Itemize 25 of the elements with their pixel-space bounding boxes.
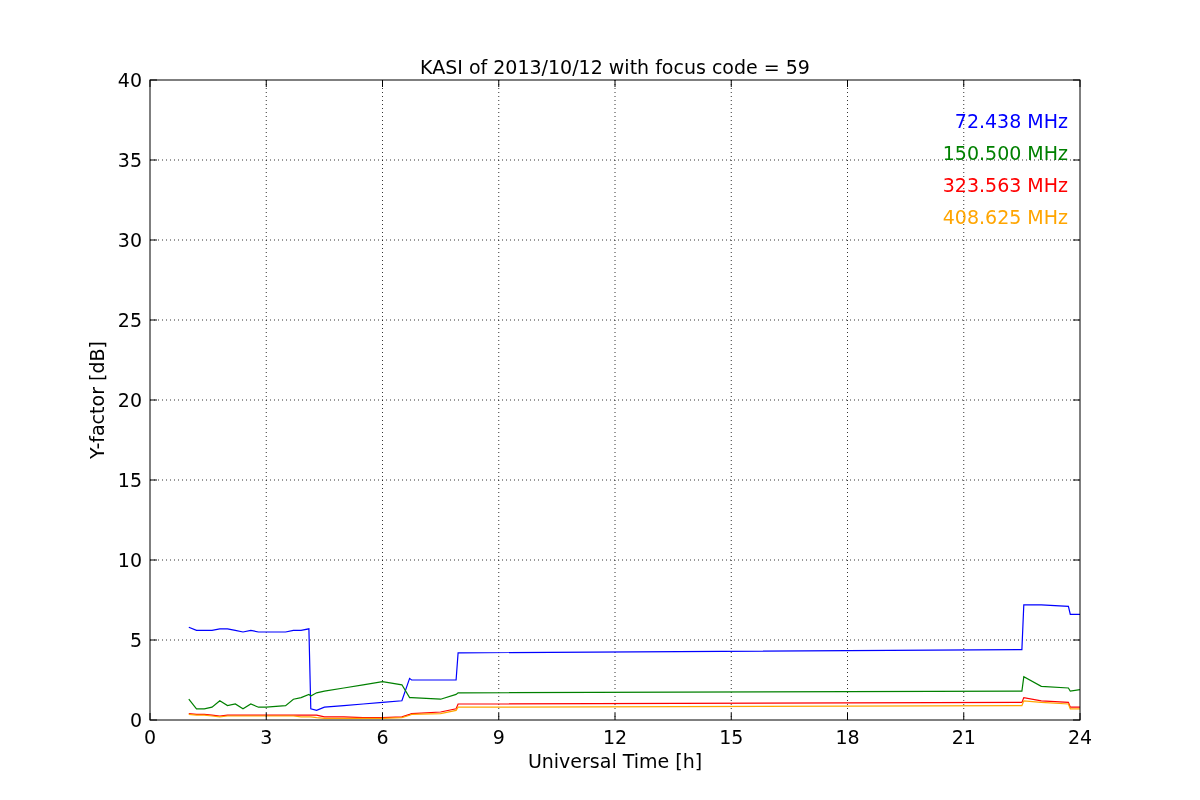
tick-label: 10 (117, 549, 142, 571)
tick-label: 21 (951, 726, 976, 748)
tick-label: 12 (602, 726, 628, 748)
tick-label: 24 (1067, 726, 1093, 748)
legend-label: 72.438 MHz (954, 110, 1068, 132)
tick-label: 0 (129, 709, 142, 731)
tick-label: 15 (719, 726, 744, 748)
tick-label: 0 (143, 726, 157, 748)
tick-label: 6 (376, 726, 389, 748)
tick-label: 20 (117, 389, 142, 411)
tick-label: 3 (260, 726, 273, 748)
tick-label: 9 (492, 726, 505, 748)
tick-label: 35 (117, 149, 142, 171)
chart-title: KASI of 2013/10/12 with focus code = 59 (420, 56, 810, 78)
legend-label: 323.563 MHz (942, 174, 1068, 196)
tick-label: 25 (117, 309, 142, 331)
tick-label: 5 (129, 629, 142, 651)
legend-label: 150.500 MHz (942, 142, 1068, 164)
tick-label: 40 (117, 69, 142, 91)
legend-label: 408.625 MHz (942, 206, 1068, 228)
axis-label: Universal Time [h] (527, 750, 703, 772)
tick-label: 18 (835, 726, 860, 748)
tick-label: 30 (117, 229, 142, 251)
tick-label: 15 (117, 469, 142, 491)
axis-label: Y-factor [dB] (86, 341, 108, 459)
